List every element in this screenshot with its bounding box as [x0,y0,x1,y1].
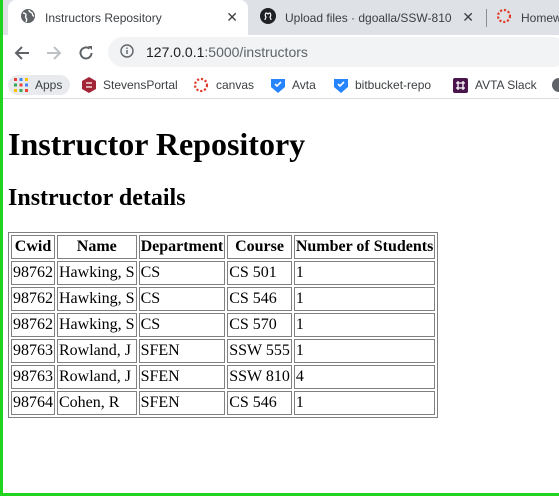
window-edge-left [0,0,3,496]
stevens-icon [82,77,96,93]
tab-title: Instructors Repository [45,10,162,25]
cell-students: 1 [293,261,436,285]
column-header-department: Department [138,235,226,259]
back-button[interactable] [10,41,34,65]
bookmark-label: StevensPortal [103,78,178,92]
cell-course: SSW 555 [227,339,292,363]
bookmark-canvas[interactable]: canvas [193,75,254,95]
bookmark-label: Avta [292,78,316,92]
cell-department: CS [138,261,226,285]
cell-students: 1 [293,287,436,311]
canvas-icon [496,8,512,27]
cell-course: SSW 810 [227,365,292,389]
globe-icon [552,78,559,92]
cell-department: CS [138,287,226,311]
cell-students: 1 [293,313,436,337]
close-tab-icon[interactable]: ✕ [462,9,474,25]
close-tab-icon[interactable]: ✕ [226,9,238,25]
cell-department: SFEN [138,339,226,363]
section-heading: Instructor details [8,185,186,211]
browser-toolbar: 127.0.0.1:5000/instructors [0,35,559,70]
address-bar[interactable]: 127.0.0.1:5000/instructors [108,37,559,67]
cell-cwid: 98762 [11,287,55,311]
cell-name: Rowland, J [57,365,137,389]
bookmark-label: Apps [35,78,63,92]
bookmark-shield-icon [271,79,285,93]
instructor-table: Cwid Name Department Course Number of St… [8,232,439,418]
bookmark-apps[interactable]: Apps [8,75,70,95]
info-icon[interactable] [120,43,134,61]
bookmark-bitbucket-repo[interactable]: bitbucket-repo [334,75,431,95]
cell-students: 1 [293,339,436,363]
tab-homework[interactable]: Homew [488,0,559,35]
bookmark-stevensportal[interactable]: StevensPortal [82,75,178,95]
cell-cwid: 98762 [11,261,55,285]
table-row: 98762 Hawking, S CS CS 546 1 [11,287,436,311]
bookmarks-bar: Apps StevensPortal canvas Avta bitbucket… [0,70,559,99]
cell-department: CS [138,313,226,337]
cell-cwid: 98763 [11,365,55,389]
cell-name: Hawking, S [57,287,137,311]
cell-department: SFEN [138,391,226,415]
cell-students: 4 [293,365,436,389]
table-row: 98764 Cohen, R SFEN CS 546 1 [11,391,436,415]
table-row: 98762 Hawking, S CS CS 570 1 [11,313,436,337]
cell-cwid: 98764 [11,391,55,415]
url-host: 127.0.0.1 [146,44,205,60]
bookmark-overflow-globe[interactable] [552,75,559,95]
reload-button[interactable] [74,41,98,65]
cell-name: Rowland, J [57,339,137,363]
bookmark-avta-slack[interactable]: AVTA Slack [453,75,537,95]
tab-instructors-repository[interactable]: Instructors Repository ✕ [8,0,248,35]
column-header-number-of-students: Number of Students [293,235,436,259]
cell-name: Hawking, S [57,313,137,337]
table-row: 98763 Rowland, J SFEN SSW 555 1 [11,339,436,363]
cell-students: 1 [293,391,436,415]
bitbucket-icon [334,79,348,93]
apps-grid-icon [14,78,28,92]
cell-name: Hawking, S [57,261,137,285]
cell-course: CS 501 [227,261,292,285]
arrow-right-icon [47,46,62,60]
globe-icon [20,8,36,27]
page-heading: Instructor Repository [8,126,306,162]
cell-cwid: 98763 [11,339,55,363]
column-header-cwid: Cwid [11,235,55,259]
table-header-row: Cwid Name Department Course Number of St… [11,235,436,259]
slack-icon [453,77,468,93]
url-path: :5000/instructors [204,44,308,60]
bookmark-avta[interactable]: Avta [271,75,316,95]
tab-title: Homew [521,10,559,25]
table-row: 98762 Hawking, S CS CS 501 1 [11,261,436,285]
tab-separator [486,9,487,27]
forward-button[interactable] [42,41,66,65]
tab-title: Upload files · dgoalla/SSW-810 [285,10,452,25]
cell-course: CS 546 [227,391,292,415]
page-content: Instructor Repository Instructor details… [8,100,556,418]
canvas-icon [193,77,209,93]
reload-icon [79,46,93,60]
column-header-name: Name [57,235,137,259]
tab-strip: Instructors Repository ✕ Upload files · … [0,0,559,35]
cell-department: SFEN [138,365,226,389]
table-row: 98763 Rowland, J SFEN SSW 810 4 [11,365,436,389]
tab-upload-files[interactable]: Upload files · dgoalla/SSW-810 ✕ [250,0,484,35]
cell-name: Cohen, R [57,391,137,415]
cell-course: CS 570 [227,313,292,337]
bookmark-label: AVTA Slack [475,78,537,92]
arrow-left-icon [14,46,29,60]
bookmark-label: canvas [216,78,255,92]
bookmark-label: bitbucket-repo [355,78,432,92]
github-icon [260,8,276,27]
cell-course: CS 546 [227,287,292,311]
cell-cwid: 98762 [11,313,55,337]
column-header-course: Course [227,235,292,259]
